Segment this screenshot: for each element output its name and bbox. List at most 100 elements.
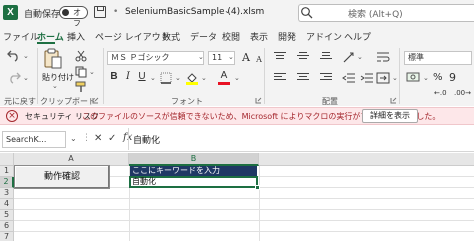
increase-decimal-icon[interactable]: ←.0 xyxy=(434,88,447,99)
align-center-icon[interactable] xyxy=(297,73,309,83)
row-header-3[interactable]: 3 xyxy=(0,188,14,199)
toggle-knob xyxy=(62,9,69,16)
grid-column-line xyxy=(259,166,260,241)
cell-b2-selected[interactable]: 自動化 xyxy=(129,176,258,188)
column-header-b[interactable]: B xyxy=(129,153,259,166)
font-name-select[interactable]: ＭＳ Ｐゴシック xyxy=(107,51,204,65)
group-divider xyxy=(264,48,265,104)
tab-data[interactable]: データ xyxy=(190,30,217,43)
cell-b1[interactable]: ここにキーワードを入力 xyxy=(130,166,257,176)
column-header-blank[interactable] xyxy=(259,153,474,166)
chevron-down-icon[interactable]: ⌄ xyxy=(224,6,231,15)
autosave-toggle[interactable]: オフ xyxy=(59,6,88,28)
fill-color-dropdown-icon[interactable]: ⌄ xyxy=(201,74,207,82)
paste-icon[interactable] xyxy=(43,48,63,70)
format-painter-icon[interactable] xyxy=(75,81,87,93)
copy-icon[interactable] xyxy=(75,66,87,78)
redo-dropdown-icon[interactable]: ⌄ xyxy=(23,74,29,82)
grid-row-line xyxy=(14,209,474,210)
save-icon[interactable] xyxy=(94,6,106,18)
font-size-dropdown-icon[interactable]: ⌄ xyxy=(228,53,234,61)
italic-button[interactable]: I xyxy=(122,71,134,83)
view-details-button[interactable]: 詳細を表示 xyxy=(362,109,418,123)
more-options-icon: ⋮ xyxy=(82,133,91,143)
group-label-font: フォント xyxy=(171,97,203,106)
redo-icon[interactable] xyxy=(7,70,21,84)
run-test-button[interactable]: 動作確認 xyxy=(14,165,110,189)
name-box[interactable]: SearchK... xyxy=(2,131,66,148)
merge-center-icon[interactable] xyxy=(376,71,390,85)
wrap-text-icon[interactable] xyxy=(376,50,390,64)
decrease-decimal-icon[interactable]: .00→ xyxy=(454,88,471,99)
tab-file[interactable]: ファイル xyxy=(3,30,39,43)
fill-handle[interactable] xyxy=(255,185,260,190)
undo-icon[interactable] xyxy=(7,48,21,62)
underline-dropdown-icon[interactable]: ⌄ xyxy=(150,74,156,82)
title-separator: • xyxy=(113,7,119,17)
row-header-7[interactable]: 7 xyxy=(0,232,14,241)
group-divider xyxy=(37,48,38,104)
row-header-4[interactable]: 4 xyxy=(0,199,14,210)
autosave-label: 自動保存 xyxy=(24,10,61,20)
tab-insert[interactable]: 挿入 xyxy=(67,30,85,43)
row-header-1[interactable]: 1 xyxy=(0,166,14,177)
borders-dropdown-icon[interactable]: ⌄ xyxy=(175,74,181,82)
row-header-5[interactable]: 5 xyxy=(0,210,14,221)
dialog-launcher-icon[interactable] xyxy=(390,97,397,104)
cancel-icon[interactable]: ✕ xyxy=(94,133,102,144)
dialog-launcher-icon[interactable] xyxy=(255,97,262,104)
currency-dropdown-icon[interactable]: ⌄ xyxy=(423,74,429,82)
excel-logo-icon: X xyxy=(3,5,18,20)
number-format-select[interactable]: 標準 xyxy=(404,51,472,65)
paste-label[interactable]: 貼り付け xyxy=(42,72,74,83)
tab-addins[interactable]: アドイン xyxy=(306,30,342,43)
borders-icon[interactable] xyxy=(160,72,172,84)
tab-developer[interactable]: 開発 xyxy=(278,30,296,43)
font-color-button[interactable]: A xyxy=(218,70,230,82)
row-header-6[interactable]: 6 xyxy=(0,221,14,232)
bold-button[interactable]: B xyxy=(108,71,120,83)
group-label-alignment: 配置 xyxy=(322,97,338,106)
tab-formulas[interactable]: 数式 xyxy=(162,30,180,43)
paste-dropdown-icon[interactable]: ⌄ xyxy=(52,82,58,90)
comma-style-icon[interactable]: 9 xyxy=(449,72,456,83)
merge-dropdown-icon[interactable]: ⌄ xyxy=(392,74,398,82)
align-middle-icon[interactable] xyxy=(297,52,309,62)
formula-input[interactable] xyxy=(128,128,474,150)
group-label-clipboard: クリップボード xyxy=(40,97,96,106)
orientation-icon[interactable] xyxy=(342,50,356,64)
decrease-indent-icon[interactable] xyxy=(342,72,356,84)
tab-review[interactable]: 校閲 xyxy=(222,30,240,43)
undo-dropdown-icon[interactable]: ⌄ xyxy=(23,52,29,60)
align-right-icon[interactable] xyxy=(320,73,332,83)
grow-font-button[interactable]: A xyxy=(240,52,252,64)
font-color-dropdown-icon[interactable]: ⌄ xyxy=(234,74,240,82)
name-box-dropdown-icon[interactable]: ⌄ xyxy=(70,134,77,143)
orientation-dropdown-icon[interactable]: ⌄ xyxy=(357,53,363,61)
font-color-swatch xyxy=(218,82,230,85)
enter-icon[interactable]: ✓ xyxy=(108,133,116,144)
select-all-corner[interactable] xyxy=(0,153,14,166)
align-top-icon[interactable] xyxy=(274,52,286,62)
font-name-dropdown-icon[interactable]: ⌄ xyxy=(198,53,204,61)
dialog-launcher-icon[interactable] xyxy=(92,97,99,104)
tab-page-layout[interactable]: ページ レイアウト xyxy=(95,30,170,43)
grid-row-line xyxy=(14,198,474,199)
cut-icon[interactable] xyxy=(75,50,87,62)
close-circle-icon: × xyxy=(6,110,18,122)
copy-dropdown-icon[interactable]: ⌄ xyxy=(89,68,95,76)
align-bottom-icon[interactable] xyxy=(320,52,332,62)
underline-button[interactable]: U xyxy=(136,71,148,83)
increase-indent-icon[interactable] xyxy=(360,72,374,84)
group-divider xyxy=(399,48,400,104)
search-icon xyxy=(301,7,313,19)
align-left-icon[interactable] xyxy=(274,73,286,83)
tab-help[interactable]: ヘルプ xyxy=(344,30,371,43)
file-name: SeleniumBasicSample (4).xlsm xyxy=(125,7,265,17)
fill-color-icon[interactable] xyxy=(185,71,199,85)
percent-icon[interactable]: % xyxy=(433,72,443,83)
row-header-2[interactable]: 2 xyxy=(0,177,14,188)
grid-row-line xyxy=(14,231,474,232)
currency-format-icon[interactable] xyxy=(406,71,420,83)
tab-view[interactable]: 表示 xyxy=(250,30,268,43)
